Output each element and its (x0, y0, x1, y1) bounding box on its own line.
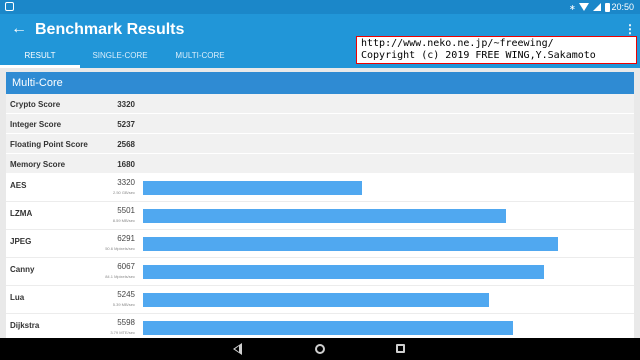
nav-recents-icon[interactable] (396, 344, 405, 353)
results-card: Multi-Core Crypto Score 3320 Integer Sco… (6, 72, 634, 338)
benchmark-row-lua: Lua 5245 5.39 MB/sec (6, 286, 634, 314)
score-label: Floating Point Score (10, 140, 88, 149)
overflow-menu-icon[interactable]: ⋮ (624, 22, 636, 36)
tab-bar: RESULT SINGLE-CORE MULTI-CORE (0, 48, 240, 68)
benchmark-row-lzma: LZMA 5501 8.59 MB/sec (6, 202, 634, 230)
benchmark-name: AES (10, 181, 27, 190)
benchmark-name: Lua (10, 293, 25, 302)
bluetooth-icon: ∗ (569, 2, 576, 12)
benchmark-row-dijkstra: Dijkstra 5598 3.79 MTE/sec (6, 314, 634, 338)
benchmark-name: Canny (10, 265, 35, 274)
benchmark-score: 5501 (117, 206, 135, 215)
score-row-crypto: Crypto Score 3320 (6, 94, 634, 114)
score-row-floating-point: Floating Point Score 2568 (6, 134, 634, 154)
benchmark-rate: 84.1 Mpixels/sec (105, 274, 135, 279)
benchmark-bar (143, 237, 558, 251)
benchmark-bar (143, 321, 513, 335)
nav-back-icon[interactable] (233, 343, 242, 355)
wifi-icon (579, 3, 589, 11)
benchmark-score: 5245 (117, 290, 135, 299)
benchmark-score: 5598 (117, 318, 135, 327)
benchmark-name: LZMA (10, 209, 33, 218)
tab-multi-core[interactable]: MULTI-CORE (160, 48, 240, 68)
score-row-memory: Memory Score 1680 (6, 154, 634, 174)
score-value: 1680 (117, 160, 135, 169)
score-label: Crypto Score (10, 100, 61, 109)
status-time: 20:50 (611, 2, 634, 12)
benchmark-bar (143, 181, 362, 195)
watermark-url: http://www.neko.ne.jp/~freewing/ (361, 38, 554, 49)
battery-icon (605, 2, 610, 12)
navigation-bar (0, 338, 640, 360)
screen: ∗ 20:50 ← Benchmark Results ⋮ RESULT SIN… (0, 0, 640, 360)
tab-result[interactable]: RESULT (0, 48, 80, 68)
benchmark-score: 6067 (117, 262, 135, 271)
copyright-watermark: http://www.neko.ne.jp/~freewing/ Copyrig… (356, 36, 637, 64)
benchmark-bar (143, 265, 544, 279)
benchmark-rate: 8.59 MB/sec (112, 218, 135, 223)
benchmark-rate: 3.79 MTE/sec (110, 330, 135, 335)
score-label: Integer Score (10, 120, 62, 129)
tab-single-core[interactable]: SINGLE-CORE (80, 48, 160, 68)
score-value: 5237 (117, 120, 135, 129)
nav-home-icon[interactable] (315, 344, 325, 354)
benchmark-rate: 2.50 GB/sec (112, 190, 135, 195)
benchmark-row-canny: Canny 6067 84.1 Mpixels/sec (6, 258, 634, 286)
benchmark-bar (143, 293, 489, 307)
benchmark-rate: 5.39 MB/sec (112, 302, 135, 307)
benchmark-row-aes: AES 3320 2.50 GB/sec (6, 174, 634, 202)
android-debug-icon (5, 2, 14, 11)
benchmark-row-jpeg: JPEG 6291 50.6 Mpixels/sec (6, 230, 634, 258)
signal-icon (593, 3, 601, 11)
benchmark-score: 6291 (117, 234, 135, 243)
status-bar: ∗ 20:50 (0, 0, 640, 14)
score-value: 3320 (117, 100, 135, 109)
benchmark-name: Dijkstra (10, 321, 40, 330)
page-title: Benchmark Results (35, 21, 185, 38)
benchmark-bar (143, 209, 506, 223)
section-header: Multi-Core (6, 72, 634, 94)
score-row-integer: Integer Score 5237 (6, 114, 634, 134)
watermark-copyright: Copyright (c) 2019 FREE WING,Y.Sakamoto (361, 50, 596, 61)
back-arrow-icon[interactable]: ← (10, 20, 28, 38)
score-value: 2568 (117, 140, 135, 149)
score-label: Memory Score (10, 160, 66, 169)
status-icons: ∗ (569, 1, 610, 13)
benchmark-score: 3320 (117, 178, 135, 187)
benchmark-name: JPEG (10, 237, 32, 246)
benchmark-rate: 50.6 Mpixels/sec (105, 246, 135, 251)
